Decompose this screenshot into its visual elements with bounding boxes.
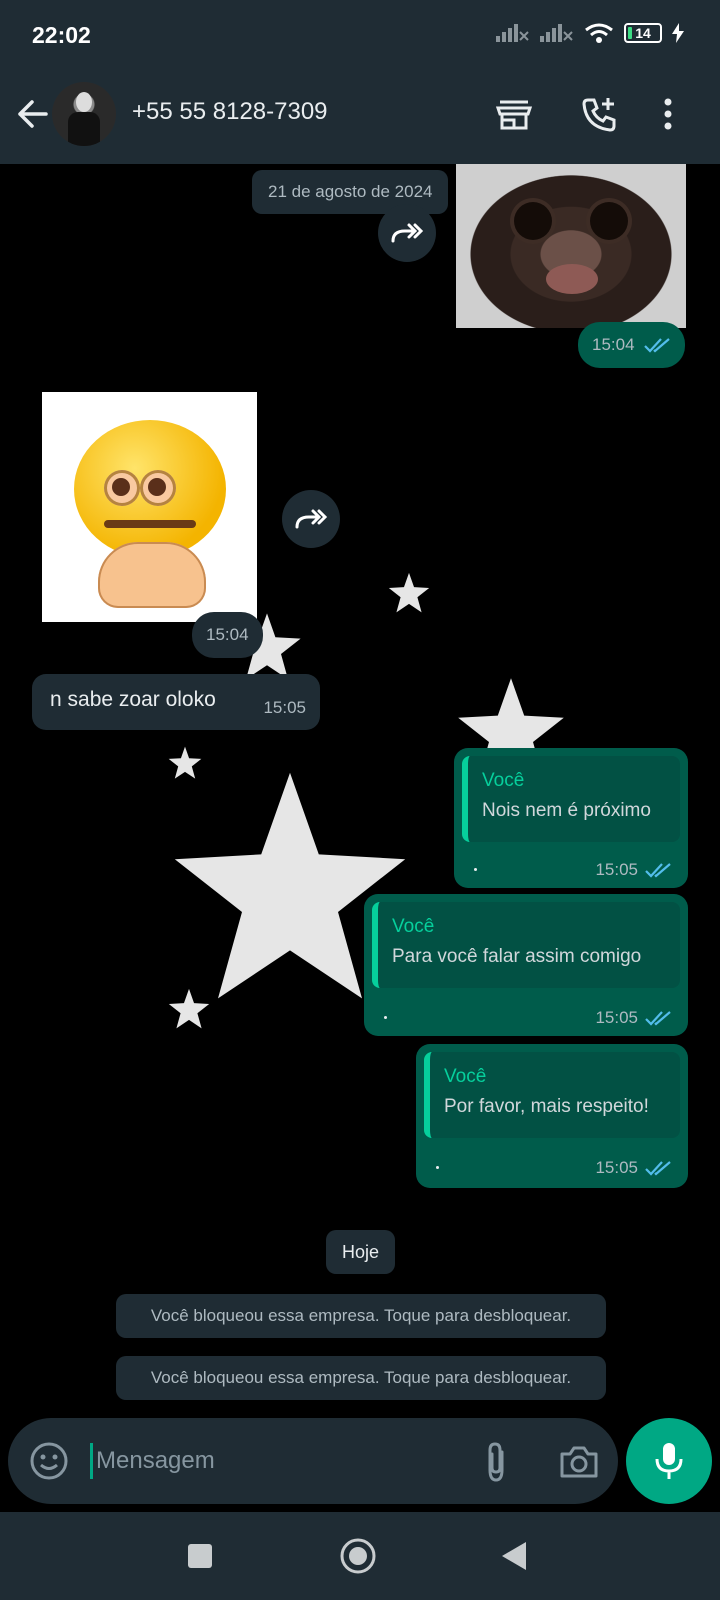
forward-icon — [391, 223, 424, 243]
message-input[interactable] — [96, 1438, 456, 1484]
status-bar: 22:02 14 — [0, 0, 720, 70]
forward-icon — [295, 509, 328, 529]
charging-icon — [672, 23, 684, 43]
camera-icon[interactable] — [558, 1442, 600, 1482]
attach-icon[interactable] — [476, 1440, 516, 1484]
message-time: 15:05 — [263, 698, 306, 717]
square-icon — [188, 1544, 212, 1568]
recents-button[interactable] — [176, 1532, 224, 1580]
quoted-reply[interactable]: Você Por favor, mais respeito! — [424, 1052, 680, 1138]
message-meta: 15:05 — [595, 860, 672, 880]
read-ticks-icon — [645, 863, 671, 878]
message-time-chip: 15:04 — [192, 612, 263, 658]
emoji-hands — [98, 542, 206, 608]
date-chip-today: Hoje — [326, 1230, 396, 1274]
battery-icon: 14 — [624, 23, 662, 43]
emoji-face — [74, 420, 226, 558]
system-message[interactable]: Você bloqueou essa empresa. Toque para d… — [116, 1356, 606, 1400]
battery-level: 14 — [635, 25, 651, 41]
quoted-reply[interactable]: Você Para você falar assim comigo — [372, 902, 680, 988]
circle-icon — [340, 1538, 376, 1574]
message-time: 15:05 — [595, 1008, 638, 1027]
message-time: 15:05 — [595, 1158, 638, 1177]
read-ticks-icon — [645, 1011, 671, 1026]
microphone-icon — [655, 1443, 683, 1479]
forward-button[interactable] — [282, 490, 340, 548]
quoted-reply[interactable]: Você Nois nem é próximo — [462, 756, 680, 842]
outgoing-message[interactable]: Você Para você falar assim comigo 15:05 — [364, 894, 688, 1036]
system-message[interactable]: Você bloqueou essa empresa. Toque para d… — [116, 1294, 606, 1338]
outgoing-message[interactable]: Você Nois nem é próximo 15:05 — [454, 748, 688, 888]
text-cursor — [90, 1443, 93, 1479]
read-ticks-icon — [643, 338, 670, 353]
read-ticks-icon — [645, 1161, 671, 1176]
voice-message-button[interactable] — [626, 1418, 712, 1504]
message-time: 15:05 — [595, 860, 638, 879]
wallpaper-star — [168, 988, 210, 1029]
wallpaper-star — [388, 572, 430, 613]
quote-text: Por favor, mais respeito! — [444, 1096, 649, 1117]
incoming-message[interactable]: n sabe zoar oloko 15:05 — [32, 674, 320, 730]
system-nav-bar — [0, 1512, 720, 1600]
sticker-message[interactable] — [42, 392, 257, 622]
message-time-chip: 15:04 — [578, 322, 685, 368]
chat-header: +55 55 8128-7309 — [0, 70, 720, 164]
more-options-icon[interactable] — [658, 94, 678, 134]
store-icon[interactable] — [494, 94, 534, 134]
message-text: n sabe zoar oloko — [50, 688, 216, 711]
add-call-icon[interactable] — [580, 94, 620, 134]
quote-author: Você — [392, 916, 435, 937]
quote-author: Você — [482, 770, 525, 791]
status-icons: 14 — [496, 22, 684, 44]
quote-author: Você — [444, 1066, 487, 1087]
message-meta: 15:05 — [595, 1008, 672, 1028]
quote-text: Nois nem é próximo — [482, 800, 651, 821]
outgoing-message[interactable]: Você Por favor, mais respeito! 15:05 — [416, 1044, 688, 1188]
quote-text: Para você falar assim comigo — [392, 946, 642, 967]
back-button[interactable] — [490, 1532, 538, 1580]
message-composer — [8, 1418, 618, 1504]
contact-name[interactable]: +55 55 8128-7309 — [132, 98, 328, 126]
emoji-icon[interactable] — [28, 1440, 70, 1482]
wallpaper-star — [168, 746, 202, 779]
message-time: 15:04 — [206, 625, 249, 644]
image-message[interactable] — [456, 164, 686, 328]
avatar[interactable] — [52, 82, 116, 146]
wifi-icon — [585, 23, 613, 43]
back-arrow-icon[interactable] — [14, 94, 50, 134]
triangle-back-icon — [502, 1542, 526, 1570]
status-time: 22:02 — [32, 22, 91, 48]
signal-icon — [496, 24, 529, 42]
message-meta: 15:05 — [595, 1158, 672, 1178]
message-time: 15:04 — [592, 335, 635, 354]
signal-icon-2 — [540, 24, 573, 42]
forward-button[interactable] — [378, 204, 436, 262]
home-button[interactable] — [334, 1532, 382, 1580]
chat-area[interactable]: 21 de agosto de 2024 15:04 15:04 n sabe … — [0, 164, 720, 1418]
